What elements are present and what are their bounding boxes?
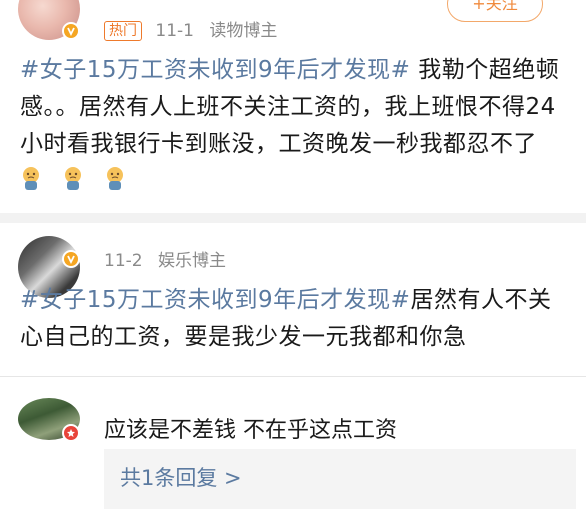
verified-badge-icon	[62, 22, 80, 40]
reply-box[interactable]: 共1条回复 >	[104, 449, 576, 509]
crying-emoji-icon	[106, 167, 123, 190]
author-role: 读物博主	[209, 21, 278, 41]
post-content: #女子15万工资未收到9年后才发现# 我勒个超绝顿感。。居然有人上班不关注工资的…	[20, 52, 566, 200]
post-meta: 热门 11-1 读物博主	[104, 16, 277, 41]
post-divider	[0, 213, 586, 223]
post-date: 11-2	[104, 251, 143, 271]
topic-link[interactable]: #女子15万工资未收到9年后才发现#	[20, 287, 410, 313]
post-meta: 11-2 娱乐博主	[104, 246, 226, 271]
crying-emoji-icon	[23, 167, 39, 190]
author-role: 娱乐博主	[158, 251, 226, 271]
verified-badge-icon	[62, 250, 80, 268]
reply-count-link[interactable]: 共1条回复 >	[120, 462, 242, 492]
verified-badge-icon	[62, 424, 80, 442]
post-divider	[0, 376, 586, 377]
post-date: 11-1	[155, 21, 194, 41]
comment-text: 应该是不差钱 不在乎这点工资	[104, 418, 397, 443]
crying-emoji-icon	[64, 167, 81, 190]
topic-link[interactable]: #女子15万工资未收到9年后才发现#	[20, 57, 410, 83]
follow-button[interactable]: +关注	[447, 0, 543, 22]
hot-badge: 热门	[104, 21, 142, 41]
post-content: #女子15万工资未收到9年后才发现#居然有人不关心自己的工资，要是我少发一元我都…	[20, 282, 566, 356]
